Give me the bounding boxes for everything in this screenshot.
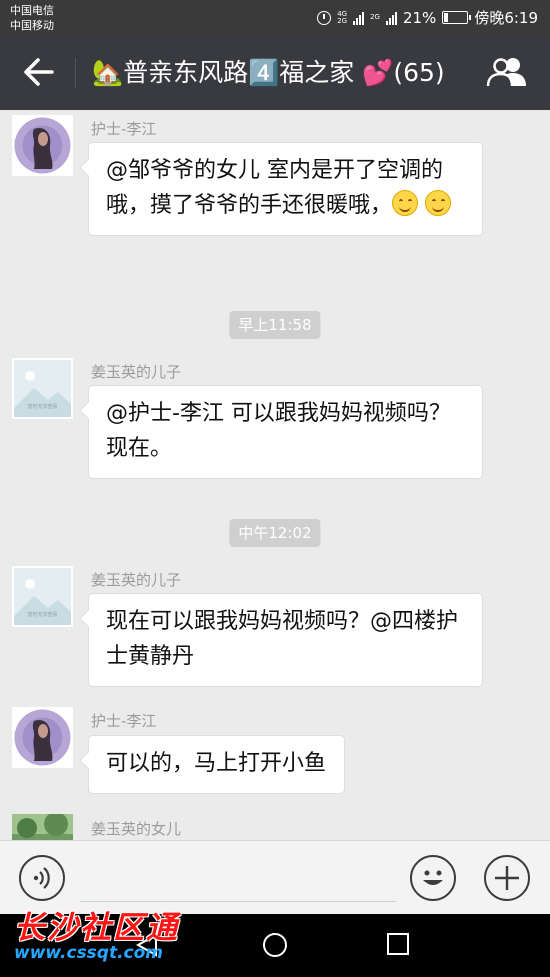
battery-percent: 21% <box>402 8 437 27</box>
message-text: @护士-李江 可以跟我妈妈视频吗？现在。 <box>106 401 451 461</box>
avatar-placeholder-image[interactable]: 暂时无法查看 <box>12 566 73 627</box>
status-bar: 中国电信 中国移动 4G 2G 2G 21% 傍晚6:19 <box>0 0 550 36</box>
watermark-url: www.cssqt.com <box>14 943 164 963</box>
voice-input-button[interactable] <box>19 855 65 901</box>
emoji-button[interactable] <box>410 855 456 901</box>
message-bubble[interactable]: 现在可以跟我妈妈视频吗？@四楼护士黄静丹 <box>88 593 483 687</box>
message-bubble[interactable]: @护士-李江 可以跟我妈妈视频吗？现在。 <box>88 385 483 479</box>
sender-name: 护士-李江 <box>91 120 157 138</box>
nav-home-icon[interactable] <box>262 932 288 958</box>
image-placeholder-text: 暂时无法查看 <box>27 403 57 410</box>
sender-name: 姜玉英的儿子 <box>91 571 182 589</box>
message-bubble[interactable]: 可以的，马上打开小鱼 <box>88 735 346 794</box>
avatar-nurse-lijiang[interactable] <box>12 707 73 768</box>
emoji-face-icon <box>423 870 443 885</box>
header-divider <box>75 58 76 88</box>
message-text: @邹爷爷的女儿 室内是开了空调的哦，摸了爷爷的手还很暖哦， <box>106 158 443 218</box>
message-bubble[interactable]: @邹爷爷的女儿 室内是开了空调的哦，摸了爷爷的手还很暖哦， <box>88 142 483 236</box>
carrier-1: 中国电信 <box>10 4 54 17</box>
clock: 傍晚6:19 <box>474 9 538 27</box>
carrier-info: 中国电信 中国移动 <box>10 3 54 33</box>
chat-area[interactable]: 护士-李江 @邹爷爷的女儿 室内是开了空调的哦，摸了爷爷的手还很暖哦， 早上11… <box>0 110 550 840</box>
network-2g-icon: 2G <box>370 13 380 21</box>
message-text: 现在可以跟我妈妈视频吗？@四楼护士黄静丹 <box>106 609 459 669</box>
nav-recents-icon[interactable] <box>386 932 410 956</box>
avatar-landscape[interactable] <box>12 814 73 840</box>
timestamp: 早上11:58 <box>229 311 321 339</box>
back-arrow-icon[interactable] <box>22 54 56 90</box>
smile-emoji-icon <box>392 190 419 216</box>
avatar-placeholder-image[interactable]: 暂时无法查看 <box>12 358 73 419</box>
signal-icon-2 <box>385 11 397 25</box>
timestamp: 中午12:02 <box>229 519 321 547</box>
watermark-text: 长沙社区通 <box>14 910 179 946</box>
status-icons: 4G 2G 2G 21% 傍晚6:19 <box>317 7 538 28</box>
more-options-button[interactable] <box>484 855 530 901</box>
voice-icon <box>33 867 50 889</box>
avatar-nurse-lijiang[interactable] <box>12 115 73 176</box>
carrier-2: 中国移动 <box>10 19 54 32</box>
chat-header: 🏡普亲东风路4️⃣福之家 💕(65) <box>0 36 550 110</box>
smile-emoji-icon <box>425 190 452 216</box>
plus-icon <box>495 866 519 890</box>
battery-icon <box>442 11 472 24</box>
watermark: 长沙社区通 www.cssqt.com <box>14 902 179 963</box>
image-placeholder-text: 暂时无法查看 <box>27 611 57 618</box>
network-4g-icon: 4G 2G <box>337 9 348 25</box>
sender-name: 护士-李江 <box>91 712 157 730</box>
sender-name: 姜玉英的女儿 <box>91 820 182 838</box>
alarm-icon <box>317 10 332 25</box>
message-text: 可以的，马上打开小鱼 <box>106 751 327 776</box>
signal-icon-1 <box>353 11 365 25</box>
sender-name: 姜玉英的儿子 <box>91 363 182 381</box>
group-title: 🏡普亲东风路4️⃣福之家 💕(65) <box>92 58 445 87</box>
group-members-icon[interactable] <box>483 54 531 90</box>
